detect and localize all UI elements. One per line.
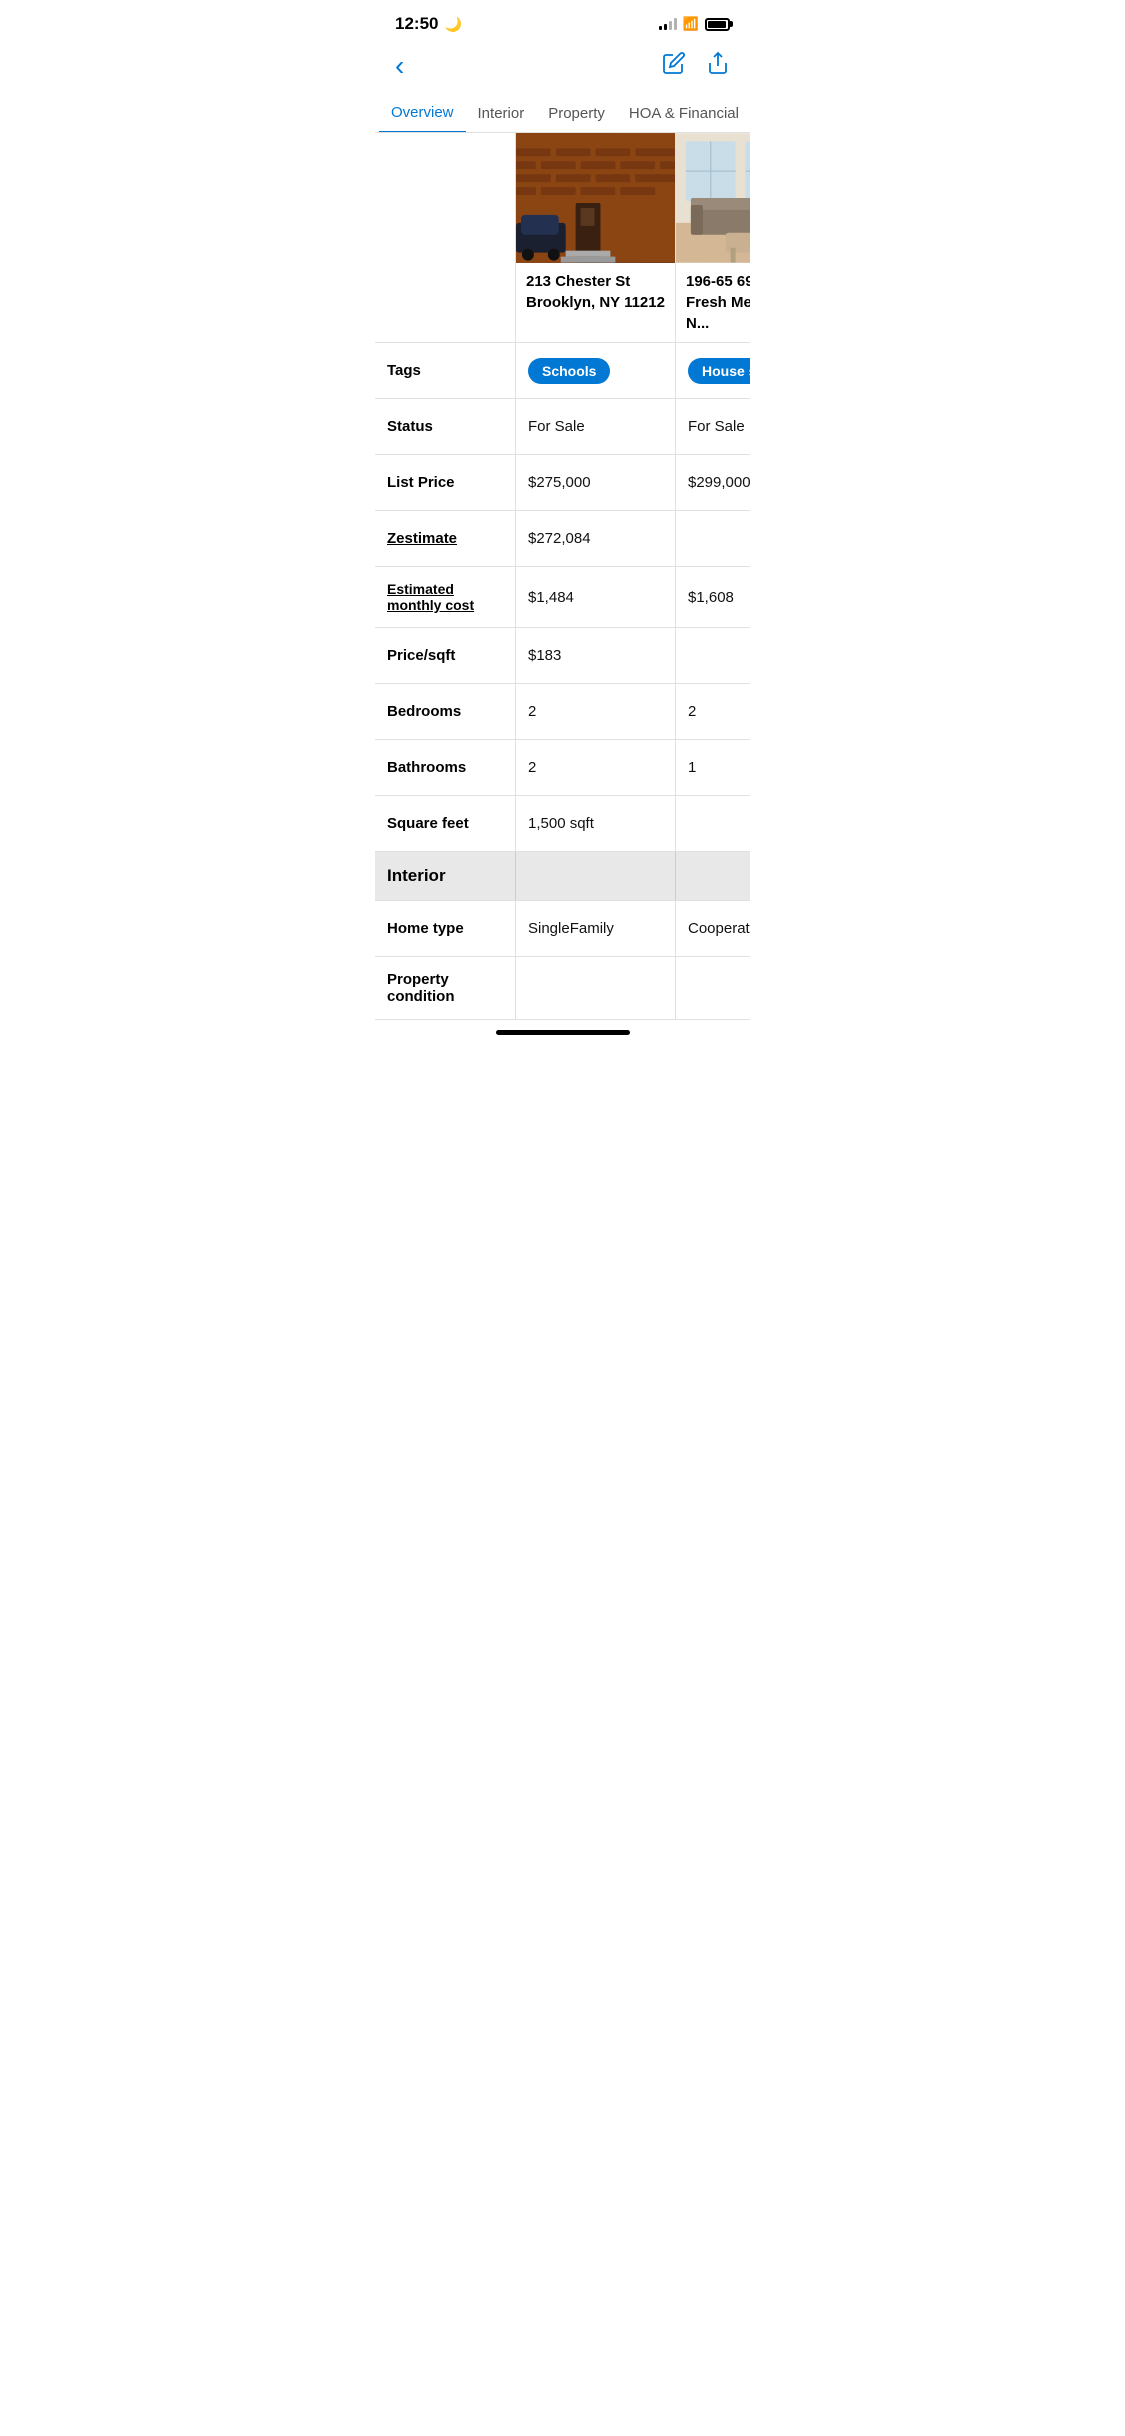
interior-section-cell-1 [515,852,675,900]
tags-cell-2[interactable]: House size [675,343,750,398]
status-bar: 12:50 🌙 📶 [375,0,750,42]
nav-bar: ‹ [375,42,750,94]
bathrooms-cell-2: 1 [675,740,750,795]
status-row: Status For Sale For Sale [375,399,750,455]
status-icons: 📶 [659,16,730,32]
tab-interior[interactable]: Interior [466,95,537,132]
bathrooms-row: Bathrooms 2 1 [375,740,750,796]
monthly-cost-cell-2: $1,608 [675,567,750,627]
property-image-1[interactable] [516,133,675,263]
property-condition-label: Property condition [375,957,515,1019]
property-condition-row: Property condition [375,957,750,1020]
monthly-cost-row: Estimated monthly cost $1,484 $1,608 [375,567,750,628]
home-type-row: Home type SingleFamily Cooperative [375,901,750,957]
header-label-col [375,133,515,342]
monthly-cost-label[interactable]: Estimated monthly cost [375,567,515,627]
interior-section-header: Interior [375,852,750,901]
share-button[interactable] [706,51,730,81]
zestimate-label[interactable]: Zestimate [375,511,515,566]
property-condition-cell-2 [675,957,750,1019]
list-price-label: List Price [375,455,515,510]
tags-row: Tags Schools House size [375,343,750,399]
home-type-label: Home type [375,901,515,956]
home-bar [496,1030,630,1035]
tag-house-size[interactable]: House size [688,358,750,384]
moon-icon: 🌙 [444,16,461,33]
home-type-cell-1: SingleFamily [515,901,675,956]
bedrooms-label: Bedrooms [375,684,515,739]
monthly-cost-cell-1: $1,484 [515,567,675,627]
tag-schools[interactable]: Schools [528,358,610,384]
price-sqft-label: Price/sqft [375,628,515,683]
nav-actions [662,51,730,81]
list-price-row: List Price $275,000 $299,000 [375,455,750,511]
sqft-cell-2 [675,796,750,851]
sqft-row: Square feet 1,500 sqft [375,796,750,852]
interior-section-title: Interior [375,852,515,900]
price-sqft-cell-2 [675,628,750,683]
list-price-cell-1: $275,000 [515,455,675,510]
status-time: 12:50 [395,14,438,34]
back-button[interactable]: ‹ [395,50,404,82]
zestimate-cell-1: $272,084 [515,511,675,566]
property-header-row: 213 Chester St Brooklyn, NY 11212 [375,133,750,343]
zestimate-row: Zestimate $272,084 [375,511,750,567]
battery-icon [705,18,730,31]
status-cell-1: For Sale [515,399,675,454]
property-condition-cell-1 [515,957,675,1019]
property-col-1: 213 Chester St Brooklyn, NY 11212 [515,133,675,342]
home-type-cell-2: Cooperative [675,901,750,956]
signal-icon [659,18,677,30]
property-address-1: 213 Chester St Brooklyn, NY 11212 [516,263,675,321]
tags-label: Tags [375,343,515,398]
tags-cell-1[interactable]: Schools [515,343,675,398]
tab-overview[interactable]: Overview [379,94,466,133]
tabs: Overview Interior Property HOA & Financi… [375,94,750,133]
price-sqft-cell-1: $183 [515,628,675,683]
edit-button[interactable] [662,51,686,81]
wifi-icon: 📶 [683,16,699,32]
property-image-2[interactable] [676,133,750,263]
bedrooms-cell-2: 2 [675,684,750,739]
zestimate-cell-2 [675,511,750,566]
bathrooms-label: Bathrooms [375,740,515,795]
comparison-table: 213 Chester St Brooklyn, NY 11212 [375,133,750,1020]
tab-property[interactable]: Property [536,95,617,132]
bedrooms-row: Bedrooms 2 2 [375,684,750,740]
bathrooms-cell-1: 2 [515,740,675,795]
price-sqft-row: Price/sqft $183 [375,628,750,684]
status-cell-2: For Sale [675,399,750,454]
sqft-cell-1: 1,500 sqft [515,796,675,851]
interior-section-cell-2 [675,852,750,900]
property-address-2: 196-65 69th Ave #1 Fresh Meadows, N... [676,263,750,342]
status-label: Status [375,399,515,454]
sqft-label: Square feet [375,796,515,851]
property-col-2: 196-65 69th Ave #1 Fresh Meadows, N... [675,133,750,342]
bedrooms-cell-1: 2 [515,684,675,739]
home-indicator [375,1020,750,1041]
tab-hoa[interactable]: HOA & Financial [617,95,750,132]
list-price-cell-2: $299,000 [675,455,750,510]
